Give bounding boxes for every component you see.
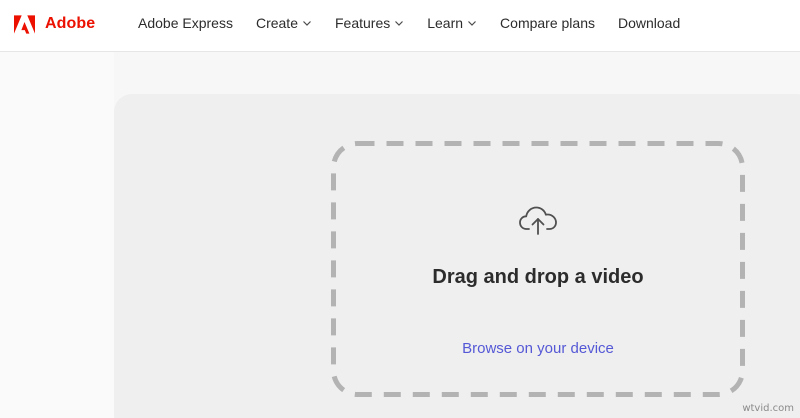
browse-device-link[interactable]: Browse on your device: [331, 340, 745, 357]
watermark-text: wtvid.com: [742, 403, 794, 414]
main-nav: Adobe Express Create Features Learn Comp…: [138, 0, 703, 46]
nav-adobe-express[interactable]: Adobe Express: [138, 15, 233, 31]
cloud-upload-icon: [518, 204, 558, 236]
chevron-down-icon: [394, 18, 404, 28]
nav-learn-dropdown[interactable]: Learn: [427, 15, 477, 31]
page: Adobe Adobe Express Create Features Lear…: [0, 0, 800, 418]
nav-label: Learn: [427, 15, 464, 31]
chevron-down-icon: [302, 18, 312, 28]
nav-label: Create: [255, 15, 298, 31]
nav-label: Compare plans: [500, 15, 595, 31]
nav-label: Adobe Express: [138, 15, 233, 31]
chevron-down-icon: [467, 18, 477, 28]
adobe-logo-icon: [14, 14, 35, 34]
video-dropzone[interactable]: Drag and drop a video Browse on your dev…: [331, 141, 745, 397]
nav-features-dropdown[interactable]: Features: [335, 15, 404, 31]
nav-label: Download: [617, 15, 681, 31]
top-navigation-bar: Adobe Adobe Express Create Features Lear…: [0, 0, 800, 52]
dropzone-title: Drag and drop a video: [432, 266, 644, 288]
nav-download[interactable]: Download: [618, 15, 680, 31]
adobe-brand-name: Adobe: [45, 15, 96, 32]
nav-label: Features: [334, 15, 391, 31]
nav-compare-plans[interactable]: Compare plans: [500, 15, 595, 31]
background-left-area: [0, 52, 114, 418]
nav-create-dropdown[interactable]: Create: [256, 15, 312, 31]
adobe-logo-link[interactable]: Adobe: [14, 13, 95, 35]
